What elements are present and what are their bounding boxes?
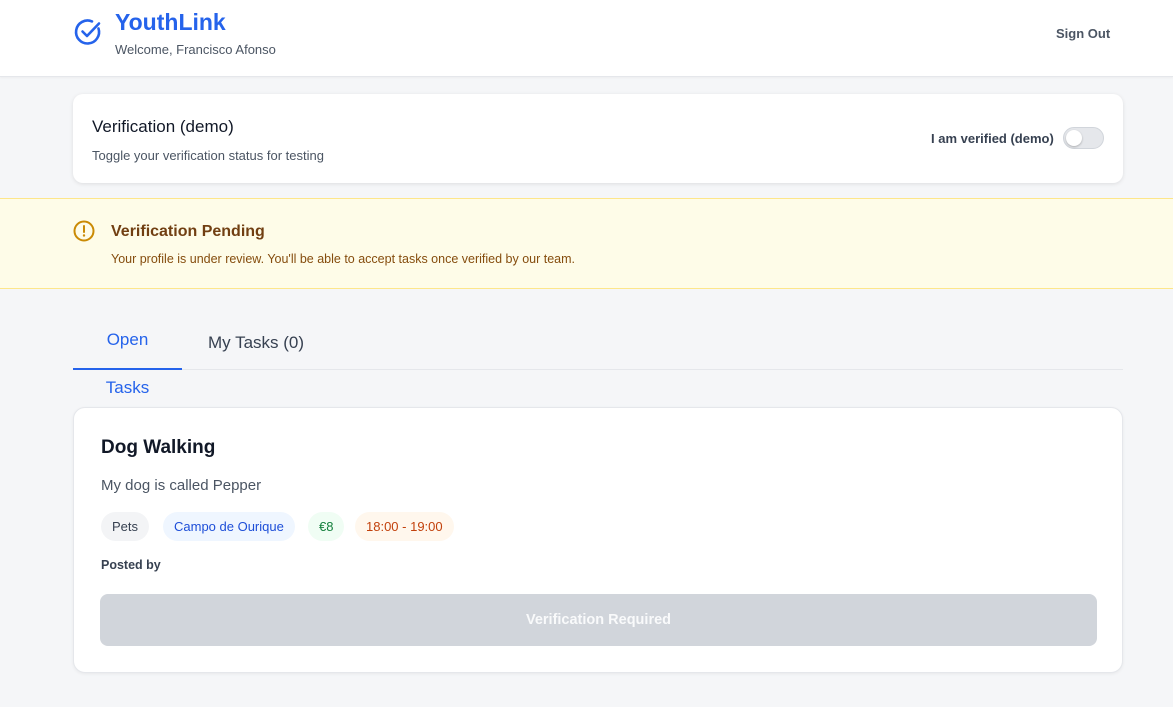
sign-out-button[interactable]: Sign Out <box>1044 22 1122 44</box>
task-title: Dog Walking <box>101 437 216 458</box>
time-badge: 18:00 - 19:00 <box>355 512 454 541</box>
verification-title: Verification (demo) <box>92 117 234 136</box>
verification-subtitle: Toggle your verification status for test… <box>92 148 324 163</box>
welcome-text: Welcome, Francisco Afonso <box>115 42 276 57</box>
toggle-knob <box>1066 130 1082 146</box>
task-tabs: Open Tasks My Tasks (0) <box>73 316 1123 397</box>
category-badge: Pets <box>101 512 150 541</box>
location-badge: Campo de Ourique <box>163 512 295 541</box>
verification-pending-banner: Verification Pending Your profile is und… <box>0 198 1173 289</box>
verification-card: Verification (demo) Toggle your verifica… <box>73 94 1123 183</box>
verified-toggle[interactable] <box>1063 127 1104 149</box>
brand-name: YouthLink <box>115 9 226 35</box>
task-description: My dog is called Pepper <box>101 477 262 494</box>
banner-title: Verification Pending <box>111 223 265 240</box>
price-badge: €8 <box>308 512 345 541</box>
app-header: YouthLink Welcome, Francisco Afonso Sign… <box>0 0 1173 77</box>
banner-text: Your profile is under review. You'll be … <box>111 252 576 266</box>
tab-open-tasks[interactable]: Open Tasks <box>73 316 182 397</box>
check-circle-icon <box>74 19 101 45</box>
verification-required-button[interactable]: Verification Required <box>100 594 1097 646</box>
alert-circle-icon <box>73 220 95 242</box>
verified-toggle-label: I am verified (demo) <box>931 131 1054 146</box>
posted-by-label: Posted by <box>101 558 161 572</box>
task-card: Dog Walking My dog is called Pepper Pets… <box>73 407 1123 673</box>
tab-my-tasks[interactable]: My Tasks (0) <box>197 316 315 370</box>
